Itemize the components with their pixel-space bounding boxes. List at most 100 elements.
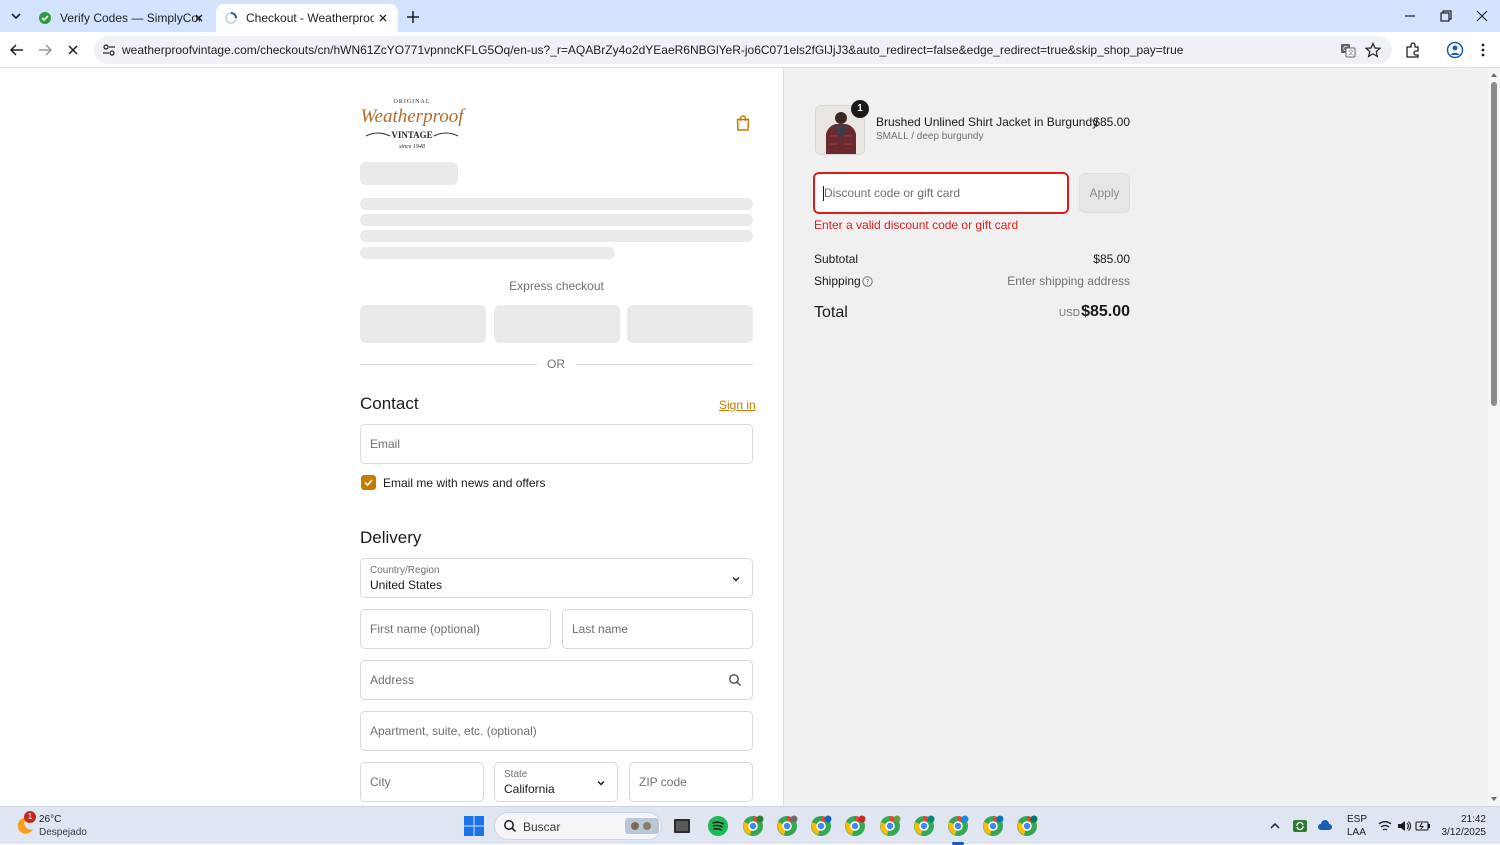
tab-search-chevron-icon[interactable] [6,6,26,26]
last-name-placeholder: Last name [572,622,629,636]
total-currency: USD [1058,308,1080,319]
svg-text:ORIGINAL: ORIGINAL [394,99,431,105]
tab-title: Checkout - Weatherproof® Vintage [246,11,374,25]
scrollbar-thumb[interactable] [1491,82,1497,406]
simplycodes-icon [38,11,52,25]
express-payment-button[interactable] [627,305,753,343]
windows-taskbar: 1 26°C Despejado Buscar ESP LAA 21:42 3/… [0,806,1500,845]
newsletter-label[interactable]: Email me with news and offers [383,476,546,490]
back-arrow-icon[interactable] [8,41,26,59]
clock-date[interactable]: 3/12/2025 [1436,827,1487,838]
chrome-profile-icon[interactable] [1015,814,1039,838]
newsletter-checkbox[interactable] [361,475,376,490]
help-circle-icon[interactable]: ? [862,276,873,287]
shopping-bag-icon[interactable] [734,114,752,132]
chrome-profile-icon[interactable] [878,814,902,838]
divider [576,364,753,365]
email-field[interactable]: Email [360,424,753,464]
chrome-profile-icon[interactable] [741,814,765,838]
taskbar-search-label: Buscar [523,820,561,834]
browser-menu-kebab-icon[interactable] [1474,41,1492,59]
chevron-down-icon [730,573,742,585]
product-variant: SMALL / deep burgundy [876,131,984,142]
profile-avatar-icon[interactable] [1446,41,1464,59]
site-settings-icon[interactable] [101,42,117,58]
translate-icon[interactable]: G文 [1340,42,1356,58]
weather-description: Despejado [39,827,87,838]
sync-refresh-icon[interactable] [1292,818,1308,834]
checkout-form-panel: ORIGINAL Weatherproof VINTAGE since 1948… [0,68,783,806]
svg-text:since 1948: since 1948 [399,143,425,150]
shipping-value: Enter shipping address [1007,274,1130,288]
wifi-icon[interactable] [1377,818,1393,834]
forward-arrow-icon[interactable] [36,41,54,59]
order-summary-panel: 1 Brushed Unlined Shirt Jacket in Burgun… [783,68,1488,806]
sign-in-link[interactable]: Sign in [719,398,756,412]
tab-checkout[interactable]: Checkout - Weatherproof® Vintage [216,4,398,32]
minimize-window-icon[interactable] [1402,8,1418,24]
browser-tab-bar: Verify Codes — SimplyCodes Checkout - We… [0,0,1500,32]
express-payment-button[interactable] [360,305,486,343]
weather-notification-badge: 1 [24,811,36,823]
chrome-profile-icon-active[interactable] [946,814,970,845]
state-label: State [504,769,528,780]
express-payment-button[interactable] [494,305,620,343]
quantity-badge: 1 [851,100,869,118]
first-name-placeholder: First name (optional) [370,622,481,636]
apartment-field[interactable]: Apartment, suite, etc. (optional) [360,711,753,751]
close-window-icon[interactable] [1474,8,1490,24]
page-scrollbar[interactable] [1488,68,1500,806]
product-price: $85.00 [1093,115,1130,129]
state-value: California [504,782,555,796]
close-tab-icon[interactable] [376,11,390,25]
clock-time[interactable]: 21:42 [1440,814,1486,825]
subtotal-label: Subtotal [814,252,859,266]
zip-placeholder: ZIP code [639,775,687,789]
zip-code-field[interactable]: ZIP code [629,762,753,802]
battery-icon[interactable] [1415,818,1431,834]
extensions-puzzle-icon[interactable] [1404,41,1422,59]
chrome-profile-icon[interactable] [843,814,867,838]
tab-verify-codes[interactable]: Verify Codes — SimplyCodes [30,4,214,32]
spotify-icon[interactable] [706,814,730,838]
scroll-up-arrow-icon[interactable] [1490,71,1498,79]
taskbar-search-box[interactable]: Buscar [494,812,662,840]
stop-loading-icon[interactable] [64,41,82,59]
cloud-storage-icon[interactable] [1317,818,1333,834]
keyboard-layout[interactable]: LAA [1347,827,1366,838]
task-view-icon[interactable] [670,814,694,838]
discount-placeholder: Discount code or gift card [824,186,961,200]
delivery-heading: Delivery [360,528,422,547]
address-bar[interactable]: weatherproofvintage.com/checkouts/cn/hWN… [94,36,1392,64]
express-checkout-label: Express checkout [509,279,604,293]
weatherproof-vintage-logo[interactable]: ORIGINAL Weatherproof VINTAGE since 1948 [358,96,466,150]
volume-speaker-icon[interactable] [1396,818,1412,834]
show-hidden-icons-chevron-up-icon[interactable] [1267,818,1283,834]
bookmark-star-icon[interactable] [1365,42,1381,58]
chevron-down-icon [595,777,607,789]
country-region-select[interactable]: Country/Region United States [360,558,753,598]
city-field[interactable]: City [360,762,484,802]
windows-start-icon[interactable] [463,815,485,837]
chrome-profile-icon[interactable] [912,814,936,838]
apply-discount-button[interactable]: Apply [1079,173,1130,213]
country-label: Country/Region [370,565,440,576]
search-highlight-image-icon [625,816,659,836]
subtotal-value: $85.00 [1093,252,1130,266]
chrome-profile-icon[interactable] [775,814,799,838]
address-field[interactable]: Address [360,660,753,700]
scroll-down-arrow-icon[interactable] [1490,795,1498,803]
restore-window-icon[interactable] [1438,8,1454,24]
chrome-profile-icon[interactable] [981,814,1005,838]
close-tab-icon[interactable] [192,11,206,25]
country-value: United States [370,578,443,592]
state-select[interactable]: State California [494,762,618,802]
first-name-field[interactable]: First name (optional) [360,609,551,649]
search-icon [728,673,742,687]
chrome-profile-icon[interactable] [809,814,833,838]
skeleton-placeholder [360,230,753,242]
discount-code-input[interactable]: Discount code or gift card [813,172,1069,214]
input-language[interactable]: ESP [1347,814,1367,825]
new-tab-plus-icon[interactable] [404,8,422,26]
last-name-field[interactable]: Last name [562,609,753,649]
